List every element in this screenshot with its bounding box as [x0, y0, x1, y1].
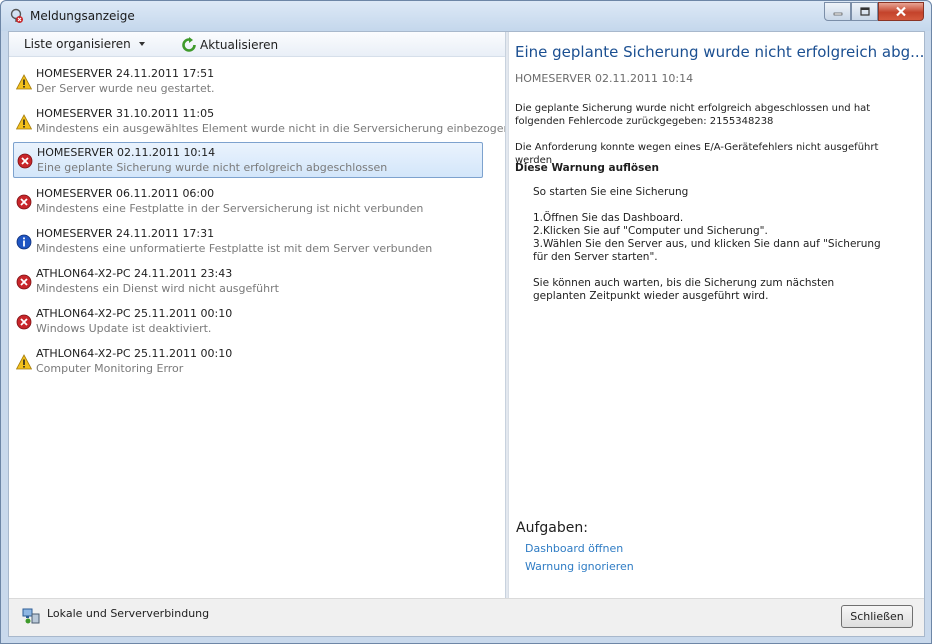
organize-list-label: Liste organisieren	[24, 37, 131, 51]
tasks-heading: Aufgaben:	[516, 520, 588, 536]
close-icon	[896, 6, 906, 17]
alert-item-selected[interactable]: HOMESERVER 02.11.2011 10:14 Eine geplant…	[13, 142, 483, 178]
alert-item[interactable]: HOMESERVER 31.10.2011 11:05 Mindestens e…	[13, 104, 510, 140]
alert-item[interactable]: HOMESERVER 24.11.2011 17:51 Der Server w…	[13, 64, 483, 100]
open-dashboard-link[interactable]: Dashboard öffnen	[525, 542, 623, 555]
minimize-button[interactable]	[824, 2, 851, 21]
alert-message: Computer Monitoring Error	[36, 362, 184, 375]
detail-pane: Eine geplante Sicherung wurde nicht erfo…	[508, 32, 924, 598]
ignore-warning-link[interactable]: Warnung ignorieren	[525, 560, 634, 573]
detail-description-line: Die geplante Sicherung wurde nicht erfol…	[515, 103, 871, 114]
toolbar: Liste organisieren Aktualisieren	[9, 32, 505, 57]
alert-item[interactable]: ATHLON64-X2-PC 25.11.2011 00:10 Windows …	[13, 304, 483, 340]
detail-description: Die geplante Sicherung wurde nicht erfol…	[515, 102, 915, 128]
chevron-down-icon	[138, 42, 145, 46]
instruction-step: 2.Klicken Sie auf "Computer und Sicherun…	[533, 225, 768, 237]
alert-source: HOMESERVER 31.10.2011 11:05	[36, 107, 215, 120]
instructions-note: Sie können auch warten, bis die Sicherun…	[533, 277, 913, 303]
refresh-label: Aktualisieren	[200, 38, 279, 52]
instruction-step: für den Server starten".	[533, 251, 658, 263]
alert-item[interactable]: HOMESERVER 06.11.2011 06:00 Mindestens e…	[13, 184, 483, 220]
alert-source: HOMESERVER 24.11.2011 17:51	[36, 67, 215, 80]
maximize-button[interactable]	[851, 2, 878, 21]
alert-item[interactable]: HOMESERVER 24.11.2011 17:31 Mindestens e…	[13, 224, 483, 260]
minimize-icon	[833, 12, 842, 15]
alert-message: Mindestens ein Dienst wird nicht ausgefü…	[36, 282, 279, 295]
refresh-button[interactable]: Aktualisieren	[181, 37, 278, 53]
network-connection-icon	[22, 608, 40, 624]
info-icon	[16, 234, 32, 250]
refresh-icon	[182, 37, 196, 52]
alert-message: Mindestens eine unformatierte Festplatte…	[36, 242, 433, 255]
organize-list-button[interactable]: Liste organisieren	[24, 37, 145, 51]
client-area: Liste organisieren Aktualisieren HOMESER…	[8, 31, 925, 637]
alert-message: Der Server wurde neu gestartet.	[36, 82, 215, 95]
alert-source: ATHLON64-X2-PC 25.11.2011 00:10	[36, 307, 233, 320]
instruction-note-line: geplanten Zeitpunkt wieder ausgeführt wi…	[533, 290, 769, 302]
alert-source: ATHLON64-X2-PC 24.11.2011 23:43	[36, 267, 233, 280]
warning-icon	[16, 354, 32, 370]
error-icon	[16, 194, 32, 210]
detail-description-line: folgenden Fehlercode zurückgegeben: 2155…	[515, 116, 774, 127]
alert-viewer-icon	[10, 8, 23, 23]
close-window-button[interactable]	[878, 2, 924, 21]
alert-item[interactable]: ATHLON64-X2-PC 25.11.2011 00:10 Computer…	[13, 344, 483, 380]
instructions-intro: So starten Sie eine Sicherung	[533, 186, 689, 198]
warning-icon	[16, 74, 32, 90]
alert-source: HOMESERVER 24.11.2011 17:31	[36, 227, 215, 240]
alert-viewer-window: Meldungsanzeige Liste organisieren Aktua…	[0, 0, 932, 644]
alert-source: HOMESERVER 06.11.2011 06:00	[36, 187, 215, 200]
instruction-note-line: Sie können auch warten, bis die Sicherun…	[533, 277, 835, 289]
error-icon	[16, 314, 32, 330]
alert-message: Windows Update ist deaktiviert.	[36, 322, 212, 335]
status-footer: Lokale und Serververbindung Schließen	[9, 598, 924, 636]
instructions-steps: 1.Öffnen Sie das Dashboard. 2.Klicken Si…	[533, 212, 913, 264]
resolve-heading: Diese Warnung auflösen	[515, 162, 659, 174]
error-icon	[17, 153, 33, 169]
instruction-step: 3.Wählen Sie den Server aus, und klicken…	[533, 238, 881, 250]
connection-status-label: Lokale und Serververbindung	[47, 607, 210, 620]
alert-message: Mindestens eine Festplatte in der Server…	[36, 202, 424, 215]
alert-message: Eine geplante Sicherung wurde nicht erfo…	[37, 161, 388, 174]
alert-item[interactable]: ATHLON64-X2-PC 24.11.2011 23:43 Mindeste…	[13, 264, 483, 300]
warning-icon	[16, 114, 32, 130]
alert-source: ATHLON64-X2-PC 25.11.2011 00:10	[36, 347, 233, 360]
close-button[interactable]: Schließen	[841, 605, 913, 628]
close-button-label: Schließen	[850, 610, 904, 623]
detail-subtitle: HOMESERVER 02.11.2011 10:14	[515, 72, 694, 85]
window-title: Meldungsanzeige	[30, 9, 135, 23]
instruction-step: 1.Öffnen Sie das Dashboard.	[533, 212, 684, 224]
maximize-icon	[859, 7, 870, 16]
alert-list: HOMESERVER 24.11.2011 17:51 Der Server w…	[9, 58, 510, 598]
error-icon	[16, 274, 32, 290]
title-bar[interactable]: Meldungsanzeige	[1, 1, 931, 31]
alert-source: HOMESERVER 02.11.2011 10:14	[37, 146, 216, 159]
alert-message: Mindestens ein ausgewähltes Element wurd…	[36, 122, 511, 135]
detail-title: Eine geplante Sicherung wurde nicht erfo…	[515, 43, 925, 61]
